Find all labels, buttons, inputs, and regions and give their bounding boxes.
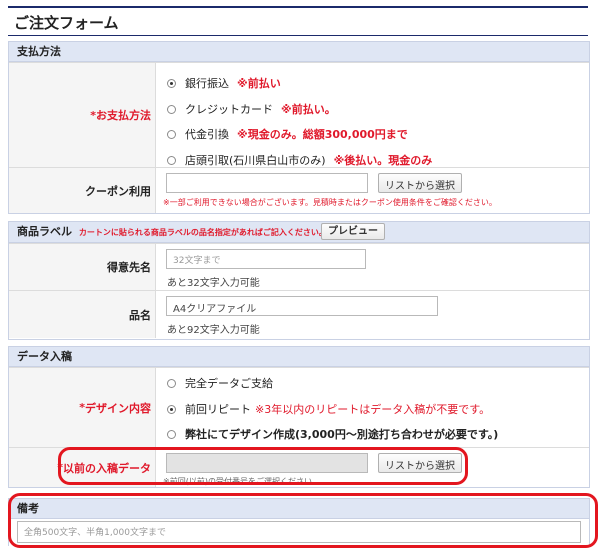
radio-button[interactable] (167, 129, 176, 139)
page-title: ご注文フォーム (8, 6, 588, 36)
preview-button[interactable]: プレビュー (321, 223, 385, 240)
previous-data-row: * 以前の入稿データ リストから選択 ※前回(以前)の受付番号をご選択ください。 (9, 447, 589, 487)
payment-section: 支払方法 * お支払方法 銀行振込 ※前払い クレジットカード ※前払い。 代金… (8, 41, 590, 214)
design-content-label-text: デザイン内容 (85, 401, 151, 415)
payment-method-label-text: お支払方法 (96, 109, 151, 122)
product-label-header: 商品ラベル カートンに貼られる商品ラベルの品名指定があればご記入ください。 プレ… (9, 222, 589, 243)
item-name-label: 品名 (9, 291, 156, 338)
radio-repeat-previous[interactable]: 前回リピート ※3年以内のリピートはデータ入稿が不要です。 (167, 401, 490, 417)
previous-data-input[interactable] (166, 453, 368, 473)
option-note: ※後払い。現金のみ (333, 154, 433, 167)
radio-complete-data[interactable]: 完全データご支給 (167, 375, 273, 391)
option-note: ※3年以内のリピートはデータ入稿が不要です。 (255, 403, 491, 416)
payment-header: 支払方法 (9, 42, 589, 62)
item-name-hint: あと92文字入力可能 (167, 325, 260, 336)
option-label: 銀行振込 (185, 77, 229, 90)
previous-data-note: ※前回(以前)の受付番号をご選択ください。 (163, 477, 320, 486)
radio-button[interactable] (167, 155, 176, 165)
product-label-section: 商品ラベル カートンに貼られる商品ラベルの品名指定があればご記入ください。 プレ… (8, 221, 590, 340)
payment-method-row: * お支払方法 銀行振込 ※前払い クレジットカード ※前払い。 代金引換 ※現… (9, 62, 589, 167)
option-note: ※前払い (237, 77, 281, 90)
design-options: 完全データご支給 前回リピート ※3年以内のリピートはデータ入稿が不要です。 弊… (157, 368, 589, 447)
option-label: クレジットカード (185, 103, 273, 116)
coupon-note: ※一部ご利用できない場合がございます。見積時またはクーポン使用条件をご確認くださ… (163, 198, 497, 207)
coupon-input[interactable] (166, 173, 368, 193)
customer-name-row: 得意先名 32文字まで あと32文字入力可能 (9, 243, 589, 290)
product-label-title: 商品ラベル (17, 225, 72, 238)
item-name-row: 品名 A4クリアファイル あと92文字入力可能 (9, 290, 589, 338)
item-name-input[interactable]: A4クリアファイル (166, 296, 438, 316)
option-label: 完全データご支給 (185, 377, 273, 390)
remarks-header: 備考 (9, 499, 589, 519)
radio-button[interactable] (167, 429, 176, 439)
previous-data-list-select-button[interactable]: リストから選択 (378, 453, 462, 473)
payment-options: 銀行振込 ※前払い クレジットカード ※前払い。 代金引換 ※現金のみ。総額30… (157, 63, 589, 167)
radio-credit-card[interactable]: クレジットカード ※前払い。 (167, 101, 336, 117)
customer-name-label: 得意先名 (9, 244, 156, 290)
previous-data-label: * 以前の入稿データ (9, 448, 156, 487)
data-submission-section: データ入稿 * デザイン内容 完全データご支給 前回リピート ※3年以内のリピー… (8, 346, 590, 488)
coupon-row: クーポン利用 リストから選択 ※一部ご利用できない場合がございます。見積時または… (9, 167, 589, 213)
design-content-label: * デザイン内容 (9, 368, 156, 447)
option-note: ※現金のみ。総額300,000円まで (237, 128, 408, 141)
product-label-note: カートンに貼られる商品ラベルの品名指定があればご記入ください。 (78, 228, 327, 237)
option-label: 店頭引取(石川県白山市のみ) (185, 154, 326, 167)
option-label: 前回リピート (185, 403, 251, 416)
customer-name-input[interactable]: 32文字まで (166, 249, 366, 269)
radio-button[interactable] (167, 104, 176, 114)
remarks-textarea[interactable]: 全角500文字、半角1,000文字まで (17, 521, 581, 543)
remarks-section: 備考 全角500文字、半角1,000文字まで (8, 498, 590, 546)
previous-data-label-text: 以前の入稿データ (63, 461, 151, 475)
design-content-row: * デザイン内容 完全データご支給 前回リピート ※3年以内のリピートはデータ入… (9, 367, 589, 447)
option-note: ※前払い。 (281, 103, 336, 116)
radio-button[interactable] (167, 78, 176, 88)
radio-button[interactable] (167, 378, 176, 388)
data-submission-header: データ入稿 (9, 347, 589, 367)
coupon-list-select-button[interactable]: リストから選択 (378, 173, 462, 193)
radio-store-pickup[interactable]: 店頭引取(石川県白山市のみ) ※後払い。現金のみ (167, 152, 432, 168)
option-label: 弊社にてデザイン作成(3,000円～別途打ち合わせが必要です。) (185, 428, 499, 441)
radio-bank-transfer[interactable]: 銀行振込 ※前払い (167, 75, 281, 91)
customer-name-hint: あと32文字入力可能 (167, 278, 260, 289)
option-label: 代金引換 (185, 128, 229, 141)
radio-design-by-us[interactable]: 弊社にてデザイン作成(3,000円～別途打ち合わせが必要です。) (167, 426, 498, 442)
radio-button[interactable] (167, 404, 176, 414)
coupon-label: クーポン利用 (9, 168, 156, 213)
payment-method-label: * お支払方法 (9, 63, 156, 167)
radio-cash-on-delivery[interactable]: 代金引換 ※現金のみ。総額300,000円まで (167, 126, 408, 142)
